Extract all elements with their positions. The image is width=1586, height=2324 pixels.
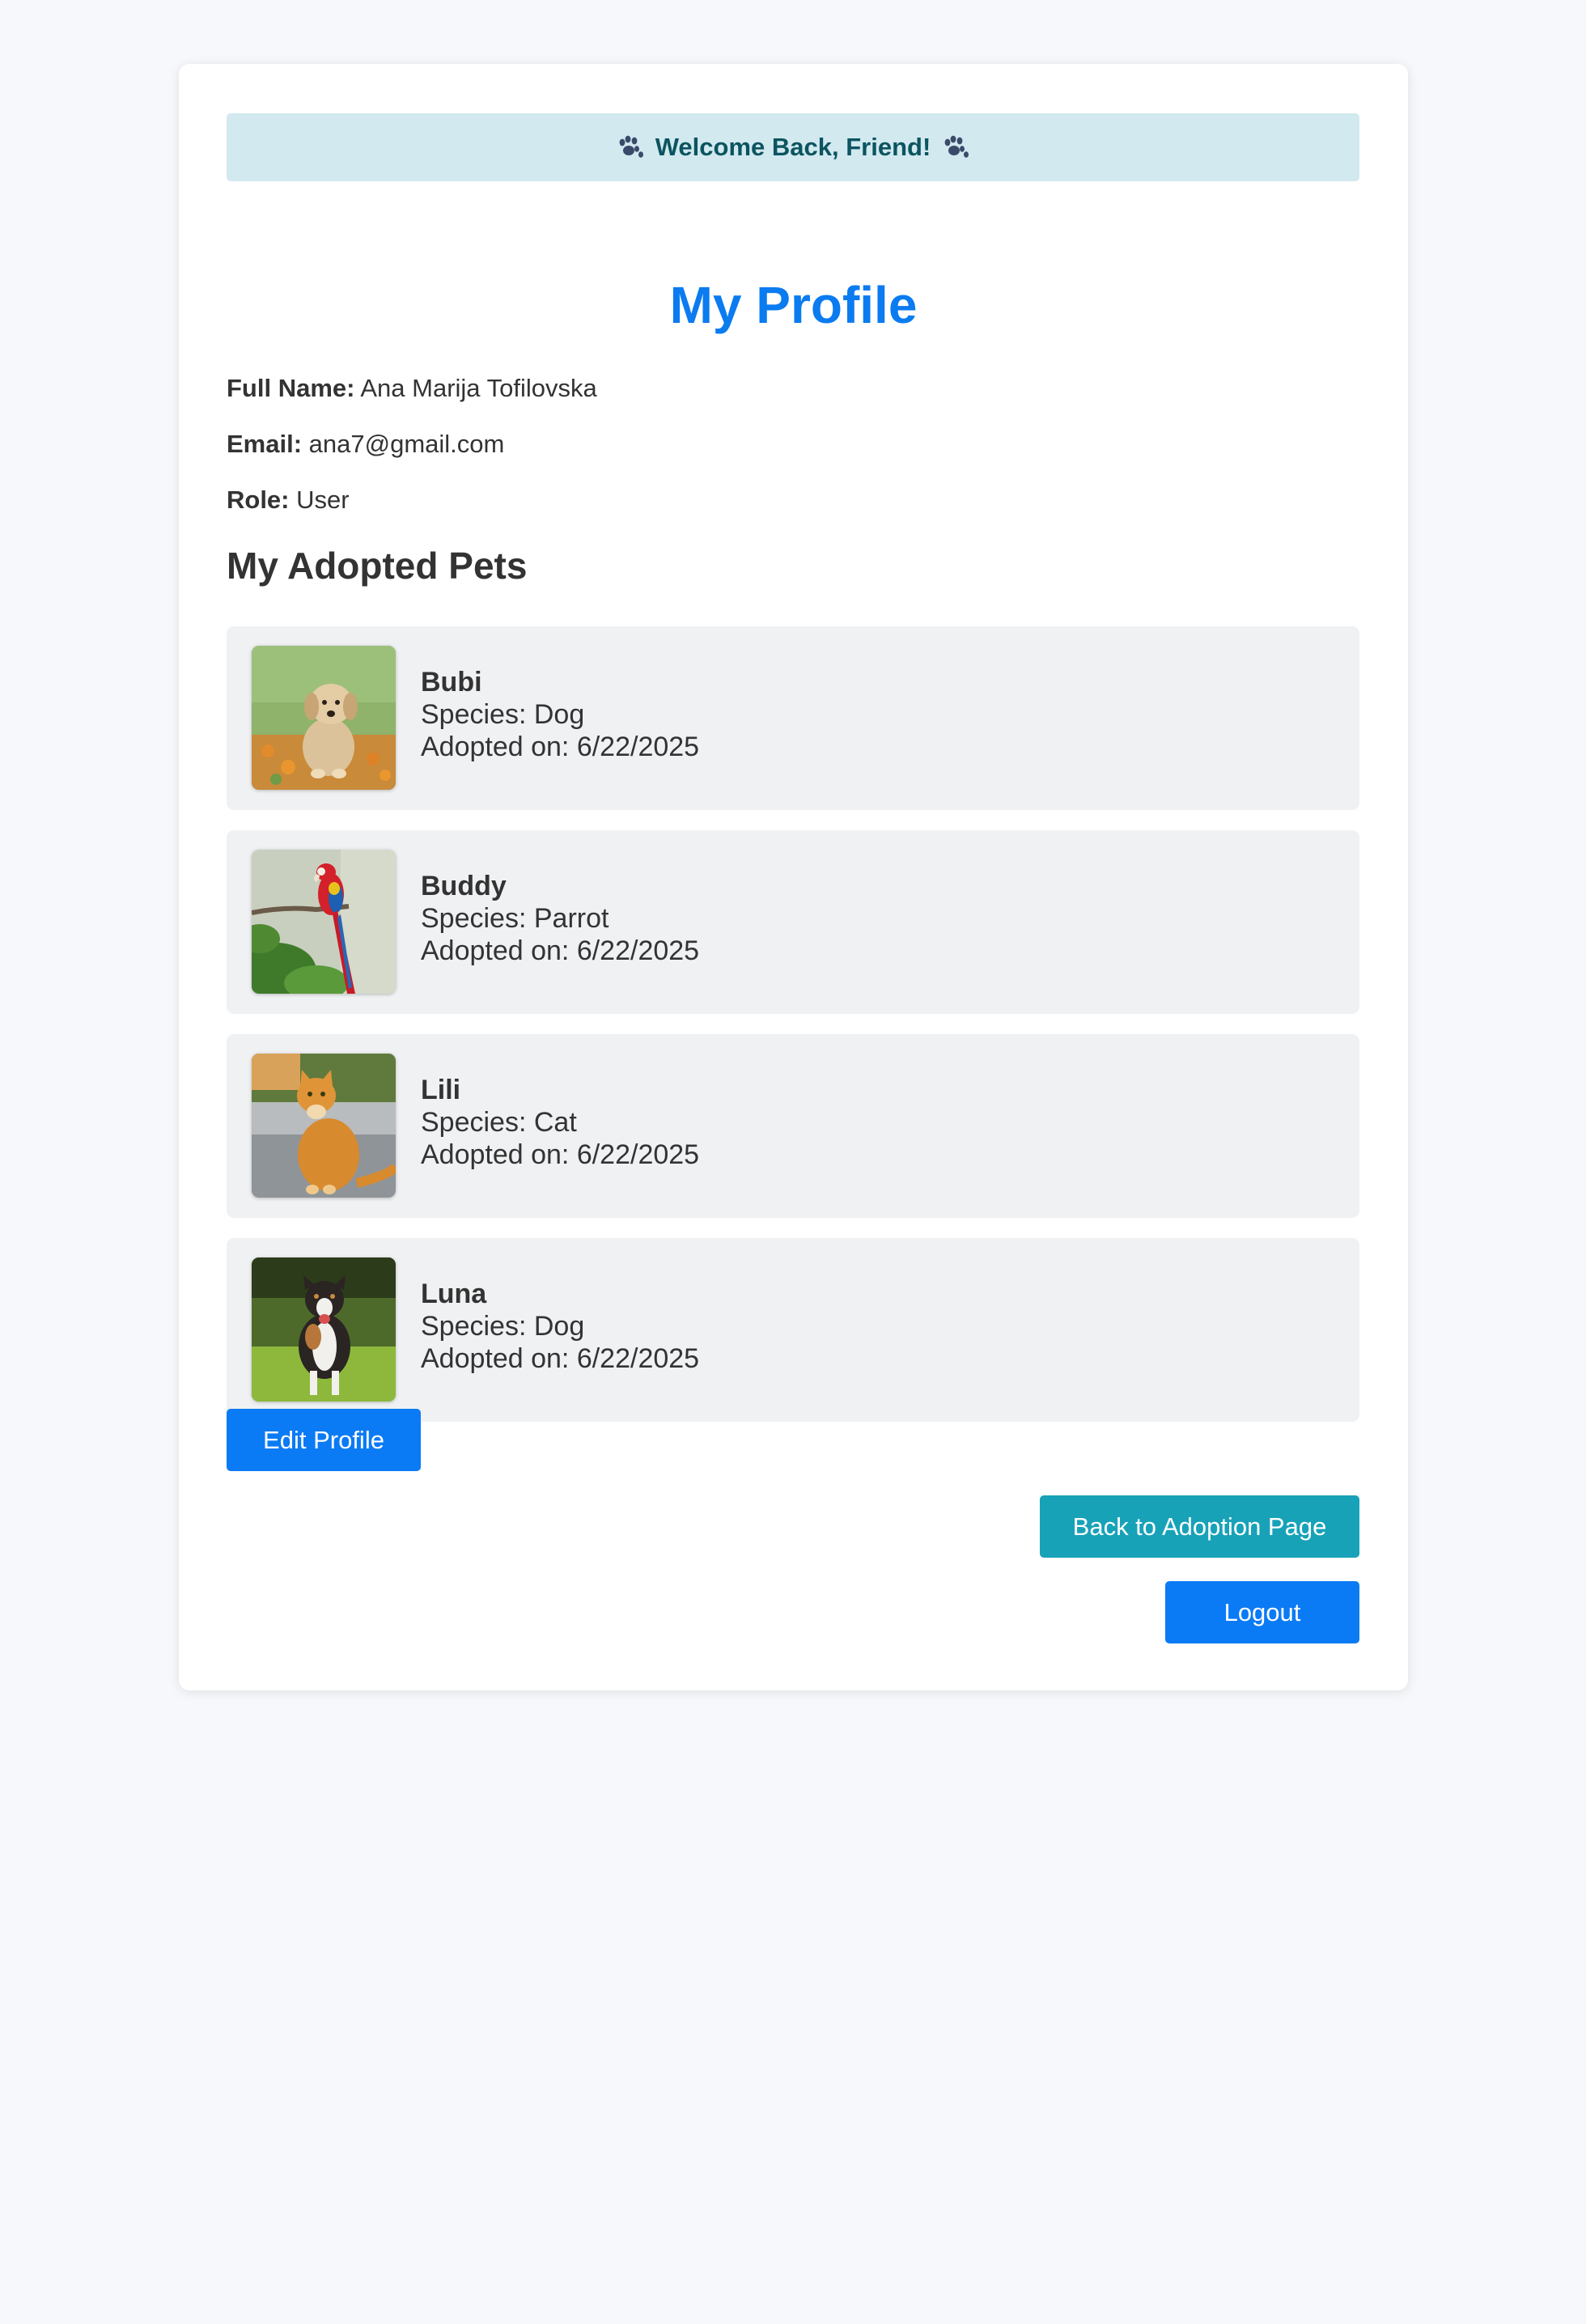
role-label: Role: (227, 486, 290, 514)
email-row: Email: ana7@gmail.com (227, 428, 504, 460)
pet-adopted-date: Adopted on: 6/22/2025 (421, 1139, 700, 1170)
pet-species: Species: Cat (421, 1107, 577, 1138)
paw-icon (617, 135, 644, 159)
pet-details: Buddy Species: Parrot Adopted on: 6/22/2… (421, 870, 699, 967)
pet-card: Buddy Species: Parrot Adopted on: 6/22/2… (227, 830, 1359, 1014)
paw-icon (942, 135, 969, 159)
email-label: Email: (227, 430, 303, 458)
scarlet-macaw-photo (252, 850, 396, 994)
full-name-row: Full Name: Ana Marija Tofilovska (227, 372, 597, 405)
pet-name: Luna (421, 1279, 487, 1309)
pet-card: Luna Species: Dog Adopted on: 6/22/2025 (227, 1238, 1359, 1422)
full-name-label: Full Name: (227, 374, 355, 402)
pet-adopted-date: Adopted on: 6/22/2025 (421, 1343, 700, 1374)
australian-shepherd-photo (252, 1257, 396, 1402)
adopted-pets-list: Bubi Species: Dog Adopted on: 6/22/2025 (227, 626, 1359, 1442)
pet-details: Bubi Species: Dog Adopted on: 6/22/2025 (421, 666, 699, 763)
golden-retriever-puppy-photo (252, 646, 396, 790)
welcome-banner: Welcome Back, Friend! (227, 113, 1359, 181)
email-value: ana7@gmail.com (308, 430, 505, 458)
logout-button[interactable]: Logout (1165, 1581, 1359, 1643)
role-row: Role: User (227, 484, 350, 516)
pet-name: Lili (421, 1075, 461, 1105)
role-value: User (296, 486, 350, 514)
pet-species: Species: Parrot (421, 903, 609, 934)
welcome-text: Welcome Back, Friend! (655, 133, 931, 161)
pet-name: Bubi (421, 667, 482, 698)
pet-details: Lili Species: Cat Adopted on: 6/22/2025 (421, 1074, 699, 1171)
pet-card: Bubi Species: Dog Adopted on: 6/22/2025 (227, 626, 1359, 810)
adopted-pets-title: My Adopted Pets (227, 545, 528, 587)
pet-species: Species: Dog (421, 699, 585, 730)
pet-adopted-date: Adopted on: 6/22/2025 (421, 935, 700, 966)
orange-tabby-cat-photo (252, 1054, 396, 1198)
full-name-value: Ana Marija Tofilovska (360, 374, 597, 402)
pet-details: Luna Species: Dog Adopted on: 6/22/2025 (421, 1278, 699, 1375)
pet-species: Species: Dog (421, 1311, 585, 1342)
edit-profile-button[interactable]: Edit Profile (227, 1409, 421, 1471)
pet-name: Buddy (421, 871, 507, 901)
page-title: My Profile (669, 276, 918, 334)
profile-card: Welcome Back, Friend! My Profile Full Na… (179, 64, 1408, 1690)
pet-adopted-date: Adopted on: 6/22/2025 (421, 732, 700, 762)
pet-card: Lili Species: Cat Adopted on: 6/22/2025 (227, 1034, 1359, 1218)
back-to-adoption-button[interactable]: Back to Adoption Page (1040, 1495, 1359, 1558)
